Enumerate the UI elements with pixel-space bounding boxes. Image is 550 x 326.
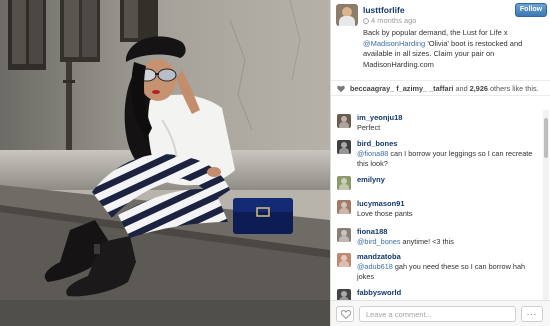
post-time-text: 4 months ago — [371, 16, 417, 25]
post-time: 4 months ago — [363, 16, 416, 25]
likes-suffix: others like this. — [487, 84, 539, 93]
comment-input[interactable] — [359, 306, 516, 322]
comment-mention-link[interactable]: @fiona88 — [357, 149, 388, 158]
comment-text-part: anytime! <3 this — [400, 237, 454, 246]
commenter-username[interactable]: lucymason91 — [357, 199, 405, 208]
comments-scrollbar[interactable] — [543, 110, 549, 300]
post-header: lusttforlife 4 months ago Follow Back by… — [331, 0, 550, 72]
likes-text: beccaagray_ f_azimy_ _taffari and 2,926 … — [350, 84, 539, 93]
commenter-username[interactable]: fiona188 — [357, 227, 387, 236]
commenter-username[interactable]: bird_bones — [357, 139, 397, 148]
comment-mention-link[interactable]: @bird_bones — [357, 237, 401, 246]
commenter-avatar[interactable] — [337, 289, 351, 300]
comment-text: @fiona88 can I borrow your leggings so I… — [357, 149, 537, 168]
likes-and: and — [453, 84, 470, 93]
comment-mention-link[interactable]: @adub618 — [357, 262, 393, 271]
comment-bar: ... — [331, 300, 550, 326]
commenter-avatar[interactable] — [337, 176, 351, 190]
likers-names[interactable]: beccaagray_ f_azimy_ _taffari — [350, 84, 453, 93]
caption-text-start: Back by popular demand, the Lust for Lif… — [363, 28, 508, 37]
comment-text: Love those pants — [357, 209, 537, 219]
likes-bar: beccaagray_ f_azimy_ _taffari and 2,926 … — [331, 80, 550, 96]
heart-outline-icon — [341, 310, 351, 319]
commenter-avatar[interactable] — [337, 200, 351, 214]
like-button[interactable] — [336, 306, 354, 322]
scrollbar-thumb[interactable] — [544, 118, 548, 158]
commenter-avatar[interactable] — [337, 253, 351, 267]
post-side-panel: lusttforlife 4 months ago Follow Back by… — [330, 0, 550, 326]
comment-text: Perfect — [357, 123, 537, 133]
post-username[interactable]: lusttforlife — [363, 5, 405, 15]
user-avatar[interactable] — [336, 4, 358, 26]
clock-icon — [363, 18, 369, 24]
comments-list[interactable]: im_yeonju18 Perfect bird_bones @fiona88 can… — [331, 110, 543, 300]
commenter-avatar[interactable] — [337, 228, 351, 242]
comment-text-part: Perfect — [357, 123, 381, 132]
heart-icon — [337, 85, 345, 93]
follow-button[interactable]: Follow — [515, 3, 547, 17]
likes-count[interactable]: 2,926 — [470, 84, 488, 93]
commenter-username[interactable]: mandzatoba — [357, 252, 401, 261]
post-photo[interactable] — [0, 0, 330, 326]
commenter-username[interactable]: emilyny — [357, 175, 385, 184]
comment-text: @adub618 gah you need these so I can bor… — [357, 262, 537, 281]
caption-mention-link[interactable]: @MadisonHarding — [363, 39, 425, 48]
commenter-username[interactable]: fabbysworld — [357, 288, 401, 297]
post-caption: Back by popular demand, the Lust for Lif… — [363, 28, 543, 70]
more-options-button[interactable]: ... — [521, 306, 543, 322]
commenter-avatar[interactable] — [337, 114, 351, 128]
commenter-username[interactable]: im_yeonju18 — [357, 113, 402, 122]
comment-text: @bird_bones anytime! <3 this — [357, 237, 537, 247]
comment-text-part: Love those pants — [357, 209, 413, 218]
commenter-avatar[interactable] — [337, 140, 351, 154]
